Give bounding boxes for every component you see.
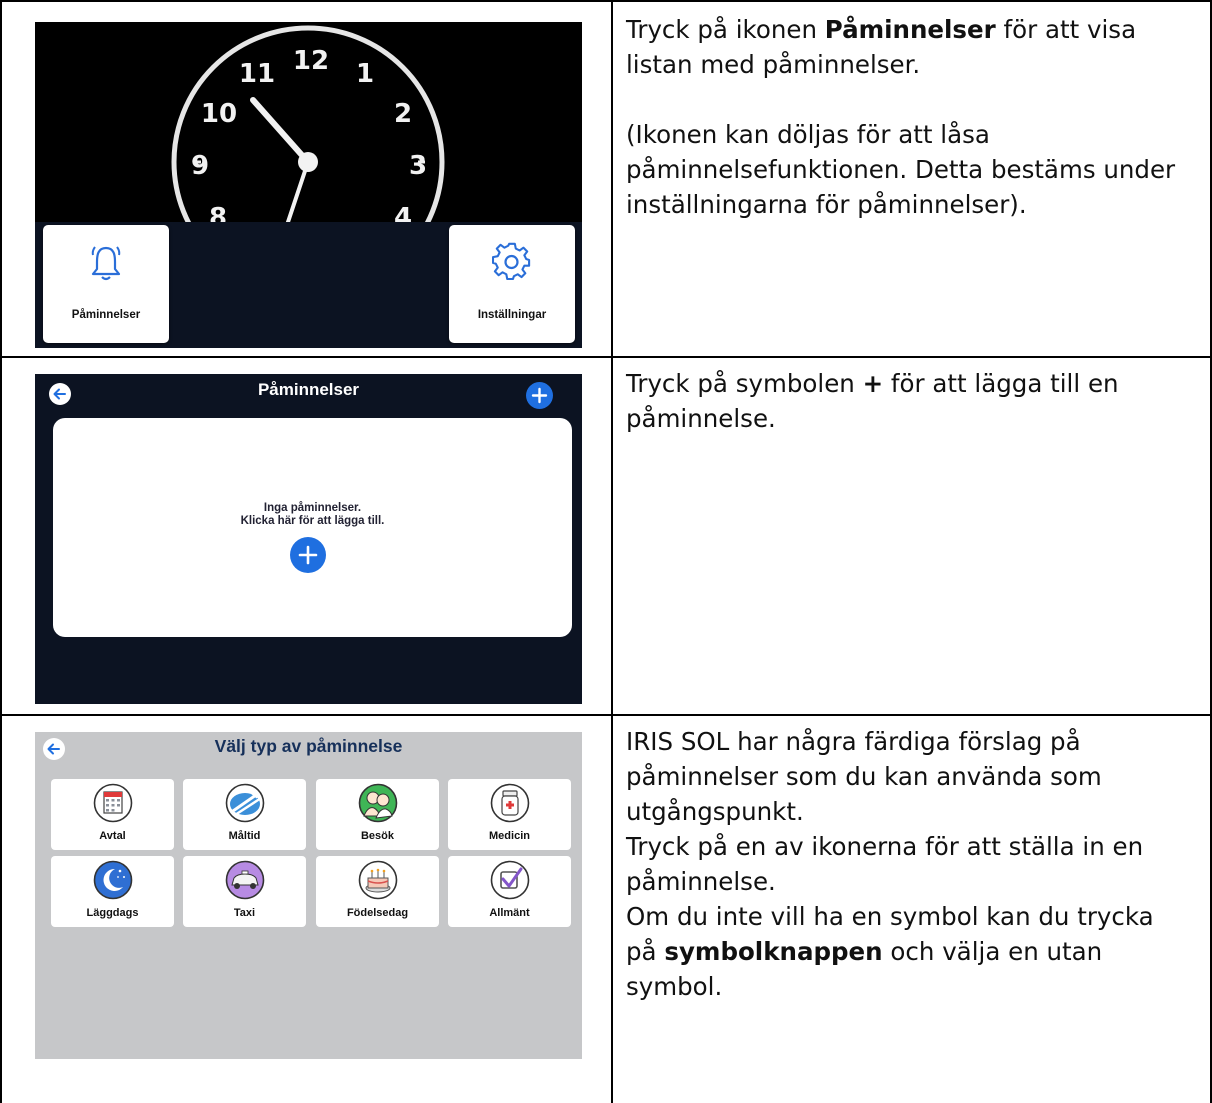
clock-number: 10 [201, 99, 237, 129]
medicine-jar-icon [490, 783, 530, 823]
empty-state-line: Inga påminnelser. [263, 502, 362, 514]
moon-icon [93, 860, 133, 900]
settings-button[interactable]: Inställningar [449, 225, 575, 343]
empty-state-line: Klicka här för att lägga till. [240, 515, 385, 527]
instruction-paragraph: Tryck på en av ikonerna för att ställa i… [626, 832, 1144, 896]
type-tile-label: Medicin [489, 830, 530, 842]
clock-number: 11 [239, 59, 275, 89]
instruction-text-row-1: Tryck på ikonen Påminnelser för att visa… [626, 12, 1186, 222]
table-row-divider [0, 356, 1212, 358]
instruction-bold-term: Påminnelser [824, 15, 996, 44]
page-title: Påminnelser [257, 380, 360, 399]
table-column-divider [611, 0, 613, 1103]
clock-number: 9 [191, 151, 209, 181]
type-tile-medicin[interactable]: Medicin [448, 779, 571, 850]
clock-number: 12 [293, 46, 329, 76]
reminders-button[interactable]: Påminnelser [43, 225, 169, 343]
type-tile-maltid[interactable]: Måltid [183, 779, 306, 850]
home-screen-screenshot: 12 1 2 3 4 8 9 10 11 Påminnelser Inställ… [35, 22, 582, 348]
type-tile-label: Födelsedag [346, 907, 409, 919]
instruction-text-row-2: Tryck på symbolen + för att lägga till e… [626, 366, 1186, 436]
table-border-left [0, 0, 2, 1103]
instruction-paragraph: Om du inte vill ha en symbol kan du tryc… [626, 899, 1186, 1004]
plus-icon [298, 545, 318, 565]
cutlery-icon [225, 783, 265, 823]
reminders-button-label: Påminnelser [71, 309, 141, 321]
calendar-icon [93, 783, 133, 823]
instruction-bold-term: symbolknappen [664, 937, 883, 966]
empty-state-card[interactable]: Inga påminnelser. Klicka här för att läg… [53, 418, 572, 637]
checkbox-icon [490, 860, 530, 900]
clock-center [298, 152, 318, 172]
taxi-icon [225, 860, 265, 900]
add-reminder-center-button[interactable] [290, 537, 326, 573]
type-tile-label: Avtal [99, 830, 126, 842]
type-tile-laggdags[interactable]: Läggdags [51, 856, 174, 927]
gear-icon [492, 242, 531, 281]
clock-number: 2 [394, 99, 412, 129]
instruction-bold-term: + [862, 369, 884, 398]
settings-button-label: Inställningar [477, 309, 547, 321]
reminders-list-screenshot: Påminnelser Inga påminnelser. Klicka här… [35, 374, 582, 704]
instruction-note: (Ikonen kan döljas för att låsa påminnel… [626, 120, 1176, 219]
type-tile-besok[interactable]: Besök [316, 779, 439, 850]
instruction-paragraph: Tryck på ikonen Påminnelser för att visa… [626, 12, 1186, 82]
instruction-paragraph: Tryck på symbolen + för att lägga till e… [626, 366, 1186, 436]
clock-hour-hand [250, 97, 311, 165]
reminder-type-screenshot: Välj typ av påminnelse Avtal Måltid Besö… [35, 732, 582, 1059]
type-tile-label: Läggdags [86, 907, 139, 919]
empty-state-message: Inga påminnelser. Klicka här för att läg… [53, 502, 572, 528]
clock-number: 3 [409, 151, 427, 181]
table-border-top [0, 0, 1212, 2]
type-tile-avtal[interactable]: Avtal [51, 779, 174, 850]
plus-icon [531, 387, 548, 404]
type-tile-label: Taxi [233, 907, 256, 919]
type-tile-allmant[interactable]: Allmänt [448, 856, 571, 927]
instruction-text: Tryck på symbolen [626, 369, 863, 398]
instruction-paragraph: IRIS SOL har några färdiga förslag på på… [626, 727, 1102, 826]
page-title: Välj typ av påminnelse [214, 736, 403, 756]
type-tile-label: Måltid [228, 830, 261, 842]
visitors-icon [358, 783, 398, 823]
type-tile-fodelsedag[interactable]: Födelsedag [316, 856, 439, 927]
table-row-divider [0, 714, 1212, 716]
instruction-text: Tryck på ikonen [626, 15, 825, 44]
bell-icon [91, 246, 121, 281]
type-tile-label: Besök [360, 830, 395, 842]
type-tile-label: Allmänt [489, 907, 530, 919]
cake-icon [358, 860, 398, 900]
add-reminder-button[interactable] [526, 382, 553, 409]
instruction-text-row-3: IRIS SOL har några färdiga förslag på på… [626, 724, 1186, 1004]
clock-number: 1 [356, 59, 374, 89]
type-tile-taxi[interactable]: Taxi [183, 856, 306, 927]
